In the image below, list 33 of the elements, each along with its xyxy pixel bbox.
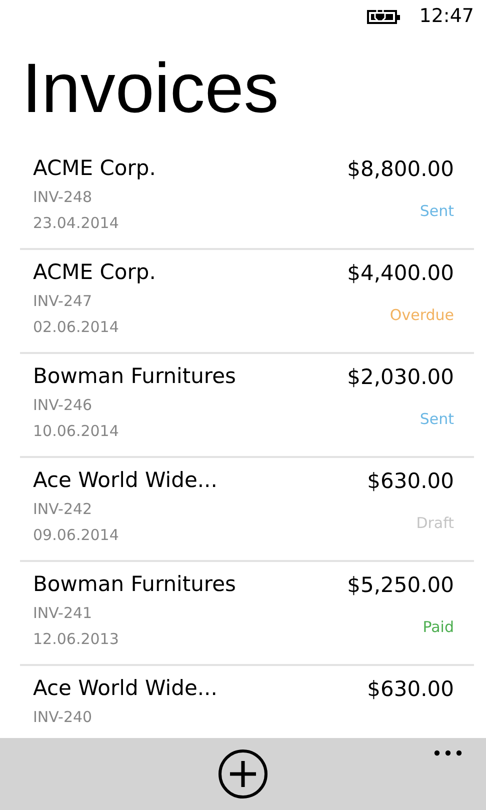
status-label: Sent xyxy=(420,409,454,430)
invoice-number: INV-246 xyxy=(33,395,94,416)
invoice-date: 23.04.2014 xyxy=(33,213,120,234)
customer-name: Ace World Wide... xyxy=(33,467,218,494)
invoice-number: INV-241 xyxy=(33,603,94,624)
status-label: Sent xyxy=(420,201,454,222)
page-title: Invoices xyxy=(21,48,280,129)
invoice-date: 09.06.2014 xyxy=(33,525,120,546)
more-icon[interactable] xyxy=(434,750,462,756)
status-label: Draft xyxy=(416,513,454,534)
invoice-amount: $8,800.00 xyxy=(347,156,454,183)
invoice-amount: $630.00 xyxy=(367,676,454,703)
customer-name: ACME Corp. xyxy=(33,259,156,286)
invoice-amount: $630.00 xyxy=(367,468,454,495)
invoice-date: 02.06.2014 xyxy=(33,317,120,338)
customer-name: ACME Corp. xyxy=(33,155,156,182)
add-icon[interactable] xyxy=(218,749,268,799)
invoice-amount: $5,250.00 xyxy=(347,572,454,599)
customer-name: Bowman Furnitures xyxy=(33,571,236,598)
invoice-amount: $4,400.00 xyxy=(347,260,454,287)
invoice-number: INV-242 xyxy=(33,499,94,520)
status-label: Overdue xyxy=(390,305,454,326)
invoice-number: INV-240 xyxy=(33,707,94,728)
invoice-date: 12.06.2013 xyxy=(33,629,120,650)
invoice-amount: $2,030.00 xyxy=(347,364,454,391)
invoice-number: INV-247 xyxy=(33,291,94,312)
battery-charging-icon xyxy=(367,7,402,25)
status-label: Paid xyxy=(422,617,454,638)
invoice-number: INV-248 xyxy=(33,187,94,208)
invoice-date: 10.06.2014 xyxy=(33,421,120,442)
customer-name: Ace World Wide... xyxy=(33,675,218,702)
customer-name: Bowman Furnitures xyxy=(33,363,236,390)
clock-time: 12:47 xyxy=(419,5,474,27)
